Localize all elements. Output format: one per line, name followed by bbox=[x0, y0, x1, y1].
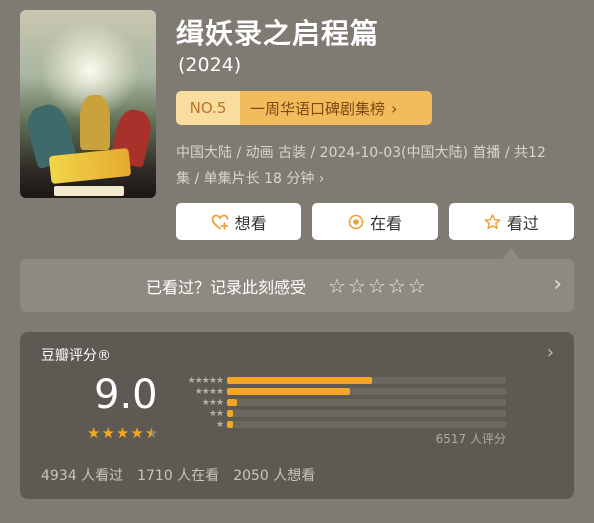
watch-stats: 4934 人看过 1710 人在看 2050 人想看 bbox=[41, 465, 315, 485]
distribution-row: ★★ bbox=[172, 408, 512, 419]
watching-button[interactable]: 在看 bbox=[312, 203, 438, 240]
watching-count[interactable]: 1710 人在看 bbox=[137, 465, 219, 485]
distribution-bar bbox=[227, 377, 373, 384]
star-filled-icon: ★ bbox=[115, 424, 130, 442]
distribution-star-label: ★★★ bbox=[201, 397, 224, 408]
rating-distribution: ★★★★★ ★★★★ ★★★ ★★ ★ bbox=[172, 375, 512, 430]
want-count[interactable]: 2050 人想看 bbox=[233, 465, 315, 485]
want-to-watch-button[interactable]: 想看 bbox=[176, 203, 302, 240]
target-circle-icon bbox=[348, 214, 364, 230]
distribution-bar bbox=[227, 388, 350, 395]
poster-figure bbox=[80, 95, 110, 150]
show-meta[interactable]: 中国大陆 / 动画 古装 / 2024-10-03(中国大陆) 首播 / 共12… bbox=[176, 140, 576, 192]
distribution-track bbox=[227, 410, 506, 417]
score-stars: ★ ★ ★ ★ ★ bbox=[87, 424, 158, 442]
distribution-row: ★★★★★ bbox=[172, 375, 512, 386]
star-outline-icon[interactable]: ☆ bbox=[408, 274, 426, 298]
heart-plus-icon bbox=[211, 214, 229, 230]
want-to-watch-label: 想看 bbox=[234, 213, 267, 233]
distribution-track bbox=[227, 421, 506, 428]
meta-line: 中国大陆 / 动画 古装 / 2024-10-03(中国大陆) 首播 / 共12 bbox=[176, 145, 546, 161]
rating-stars-input[interactable]: ☆ ☆ ☆ ☆ ☆ bbox=[328, 274, 426, 298]
distribution-bar bbox=[227, 410, 233, 417]
star-outline-icon bbox=[484, 213, 501, 230]
chevron-right-icon: › bbox=[553, 272, 562, 297]
watched-label: 看过 bbox=[506, 213, 539, 233]
star-outline-icon[interactable]: ☆ bbox=[368, 274, 386, 298]
douban-rating-card[interactable]: 豆瓣评分® › 9.0 ★ ★ ★ ★ ★ ★★★★★ ★★★★ ★★★ ★★ … bbox=[20, 332, 574, 499]
distribution-row: ★★★★ bbox=[172, 386, 512, 397]
star-filled-icon: ★ bbox=[130, 424, 144, 442]
star-filled-icon: ★ bbox=[87, 424, 101, 442]
action-buttons: 想看 在看 看过 bbox=[176, 203, 574, 240]
rank-badge[interactable]: NO.5 一周华语口碑剧集榜 › bbox=[176, 91, 432, 125]
show-title: 缉妖录之启程篇 bbox=[176, 17, 380, 50]
star-outline-icon[interactable]: ☆ bbox=[388, 274, 406, 298]
star-filled-icon: ★ bbox=[101, 424, 115, 442]
record-feeling-text: 已看过？记录此刻感受 bbox=[146, 277, 307, 297]
star-half-icon: ★ bbox=[144, 424, 159, 442]
poster-image[interactable] bbox=[20, 10, 156, 198]
distribution-bar bbox=[227, 399, 237, 406]
distribution-star-label: ★★★★ bbox=[194, 386, 224, 397]
chevron-right-icon: › bbox=[391, 98, 398, 118]
record-feeling-bar[interactable]: 已看过？记录此刻感受 ☆ ☆ ☆ ☆ ☆ › bbox=[20, 259, 574, 312]
watching-label: 在看 bbox=[369, 213, 402, 233]
rank-label-container: 一周华语口碑剧集榜 › bbox=[240, 91, 432, 125]
rating-score: 9.0 bbox=[94, 372, 158, 418]
distribution-star-label: ★★★★★ bbox=[187, 375, 224, 386]
distribution-track bbox=[227, 388, 506, 395]
watched-count[interactable]: 4934 人看过 bbox=[41, 465, 123, 485]
rank-number: NO.5 bbox=[176, 91, 240, 125]
meta-line: 集 / 单集片长 18 分钟 › bbox=[176, 171, 325, 187]
watched-button[interactable]: 看过 bbox=[448, 203, 574, 240]
rating-card-title: 豆瓣评分® bbox=[41, 348, 111, 364]
distribution-star-label: ★ bbox=[215, 419, 224, 430]
distribution-bar bbox=[227, 421, 233, 428]
star-outline-icon[interactable]: ☆ bbox=[328, 274, 346, 298]
distribution-track bbox=[227, 377, 506, 384]
show-year: (2024) bbox=[178, 54, 242, 76]
poster-date-strip bbox=[54, 186, 124, 196]
distribution-row: ★★★ bbox=[172, 397, 512, 408]
popover-pointer bbox=[502, 248, 520, 259]
star-outline-icon[interactable]: ☆ bbox=[348, 274, 366, 298]
distribution-track bbox=[227, 399, 506, 406]
rating-count: 6517 人评分 bbox=[435, 432, 506, 446]
distribution-row: ★ bbox=[172, 419, 512, 430]
rank-label: 一周华语口碑剧集榜 bbox=[250, 99, 386, 118]
distribution-star-label: ★★ bbox=[208, 408, 224, 419]
chevron-right-icon: › bbox=[546, 342, 554, 363]
